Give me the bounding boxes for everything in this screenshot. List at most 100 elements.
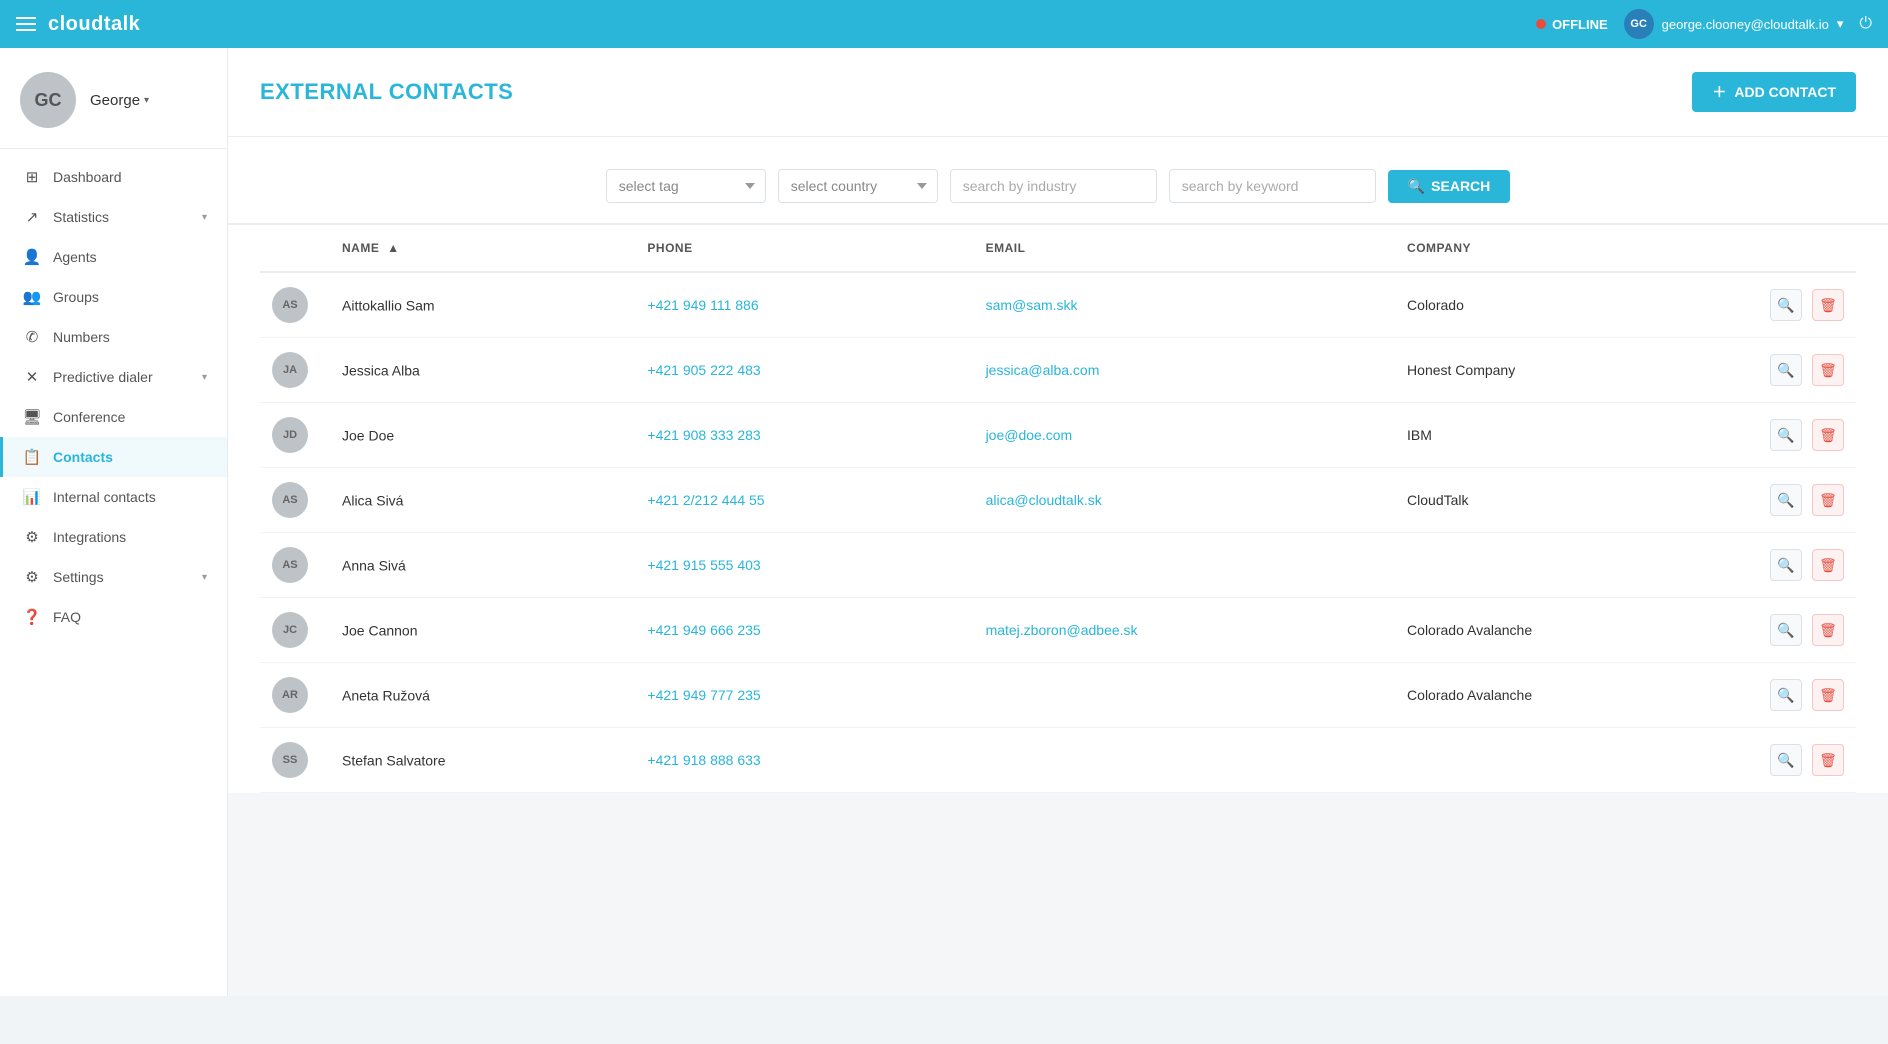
sort-arrow-icon: ▲ (387, 241, 399, 255)
contact-email[interactable]: joe@doe.com (986, 427, 1073, 443)
contact-name-cell: Aittokallio Sam (330, 272, 635, 338)
sidebar-item-label: Agents (53, 249, 207, 265)
contact-actions-cell: 🔍 🗑 (1752, 338, 1856, 403)
contact-name: Anna Sivá (342, 558, 406, 574)
contact-phone-cell: +421 949 777 235 (635, 663, 973, 728)
delete-contact-button[interactable]: 🗑 (1812, 289, 1844, 321)
delete-contact-button[interactable]: 🗑 (1812, 614, 1844, 646)
country-select[interactable]: select country (778, 169, 938, 203)
contact-email-cell (974, 728, 1395, 793)
page-title: EXTERNAL CONTACTS (260, 79, 513, 105)
contact-email[interactable]: matej.zboron@adbee.sk (986, 622, 1138, 638)
keyword-search-input[interactable] (1169, 169, 1376, 203)
sidebar-item-agents[interactable]: 👤 Agents (0, 237, 227, 277)
table-row: SS Stefan Salvatore +421 918 888 633 🔍 🗑 (260, 728, 1856, 793)
delete-contact-button[interactable]: 🗑 (1812, 484, 1844, 516)
col-avatar (260, 225, 330, 272)
col-company: COMPANY (1395, 225, 1752, 272)
contact-phone[interactable]: +421 949 666 235 (647, 622, 760, 638)
view-contact-button[interactable]: 🔍 (1770, 354, 1802, 386)
contact-email-cell: jessica@alba.com (974, 338, 1395, 403)
sidebar-item-numbers[interactable]: ✆ Numbers (0, 317, 227, 357)
contact-name: Aneta Ružová (342, 688, 430, 704)
col-name[interactable]: NAME ▲ (330, 225, 635, 272)
sidebar-item-label: Predictive dialer (53, 369, 190, 385)
contact-name-cell: Alica Sivá (330, 468, 635, 533)
user-avatar-small: GC (1624, 9, 1654, 39)
power-icon[interactable]: ⏻ (1859, 15, 1872, 33)
delete-contact-button[interactable]: 🗑 (1812, 354, 1844, 386)
add-contact-button[interactable]: ＋ ADD CONTACT (1692, 72, 1856, 112)
contact-phone[interactable]: +421 915 555 403 (647, 557, 760, 573)
contact-actions-cell: 🔍 🗑 (1752, 663, 1856, 728)
internal-contacts-icon: 📊 (23, 488, 41, 506)
contact-phone[interactable]: +421 949 777 235 (647, 687, 760, 703)
sidebar-item-contacts[interactable]: 📋 Contacts (0, 437, 227, 477)
contact-phone[interactable]: +421 2/212 444 55 (647, 492, 764, 508)
contact-name-cell: Anna Sivá (330, 533, 635, 598)
contact-name: Jessica Alba (342, 363, 420, 379)
sidebar-item-groups[interactable]: 👥 Groups (0, 277, 227, 317)
contact-email[interactable]: sam@sam.skk (986, 297, 1078, 313)
page-header: EXTERNAL CONTACTS ＋ ADD CONTACT (228, 48, 1888, 137)
delete-contact-button[interactable]: 🗑 (1812, 744, 1844, 776)
col-phone: PHONE (635, 225, 973, 272)
delete-contact-button[interactable]: 🗑 (1812, 679, 1844, 711)
table-row: JA Jessica Alba +421 905 222 483 jessica… (260, 338, 1856, 403)
contact-name-cell: Joe Cannon (330, 598, 635, 663)
contact-company-cell: IBM (1395, 403, 1752, 468)
delete-contact-button[interactable]: 🗑 (1812, 549, 1844, 581)
app-logo: cloudtalk (48, 13, 140, 36)
view-contact-button[interactable]: 🔍 (1770, 289, 1802, 321)
sidebar-item-internal-contacts[interactable]: 📊 Internal contacts (0, 477, 227, 517)
nav-menu: ⊞ Dashboard ↗ Statistics ▾ 👤 Agents 👥 Gr… (0, 149, 227, 645)
table-row: AS Anna Sivá +421 915 555 403 🔍 🗑 (260, 533, 1856, 598)
industry-search-input[interactable] (950, 169, 1157, 203)
contact-phone-cell: +421 905 222 483 (635, 338, 973, 403)
contact-email[interactable]: jessica@alba.com (986, 362, 1100, 378)
contact-phone[interactable]: +421 918 888 633 (647, 752, 760, 768)
sidebar-item-dashboard[interactable]: ⊞ Dashboard (0, 157, 227, 197)
contact-name-cell: Aneta Ružová (330, 663, 635, 728)
user-avatar-large: GC (20, 72, 76, 128)
contacts-table-body: AS Aittokallio Sam +421 949 111 886 sam@… (260, 272, 1856, 793)
avatar: AS (272, 287, 308, 323)
view-contact-button[interactable]: 🔍 (1770, 679, 1802, 711)
contact-name-cell: Stefan Salvatore (330, 728, 635, 793)
sidebar-item-predictive-dialer[interactable]: ✕ Predictive dialer ▾ (0, 357, 227, 397)
contact-email-cell: alica@cloudtalk.sk (974, 468, 1395, 533)
sidebar-item-settings[interactable]: ⚙ Settings ▾ (0, 557, 227, 597)
contact-phone[interactable]: +421 908 333 283 (647, 427, 760, 443)
avatar: AR (272, 677, 308, 713)
contacts-icon: 📋 (23, 448, 41, 466)
contact-actions-cell: 🔍 🗑 (1752, 533, 1856, 598)
view-contact-button[interactable]: 🔍 (1770, 744, 1802, 776)
view-contact-button[interactable]: 🔍 (1770, 614, 1802, 646)
user-menu[interactable]: GC george.clooney@cloudtalk.io ▾ (1624, 9, 1844, 39)
col-email: EMAIL (974, 225, 1395, 272)
contact-actions-cell: 🔍 🗑 (1752, 598, 1856, 663)
view-contact-button[interactable]: 🔍 (1770, 484, 1802, 516)
view-contact-button[interactable]: 🔍 (1770, 549, 1802, 581)
contact-phone[interactable]: +421 905 222 483 (647, 362, 760, 378)
contact-email[interactable]: alica@cloudtalk.sk (986, 492, 1102, 508)
hamburger-menu[interactable] (16, 17, 36, 31)
sidebar-item-statistics[interactable]: ↗ Statistics ▾ (0, 197, 227, 237)
sidebar-item-label: Internal contacts (53, 489, 207, 505)
topnav-left: cloudtalk (16, 13, 140, 36)
search-button[interactable]: 🔍 SEARCH (1388, 170, 1511, 203)
conference-icon: 🖥 (23, 408, 41, 426)
delete-contact-button[interactable]: 🗑 (1812, 419, 1844, 451)
sidebar-item-conference[interactable]: 🖥 Conference (0, 397, 227, 437)
contact-phone[interactable]: +421 949 111 886 (647, 297, 758, 313)
user-name[interactable]: George ▾ (90, 92, 149, 109)
avatar: SS (272, 742, 308, 778)
contact-company-cell: Honest Company (1395, 338, 1752, 403)
status-badge: OFFLINE (1536, 17, 1608, 32)
sidebar-item-integrations[interactable]: ⚙ Integrations (0, 517, 227, 557)
tag-select[interactable]: select tag (606, 169, 766, 203)
sidebar-item-faq[interactable]: ❓ FAQ (0, 597, 227, 637)
view-contact-button[interactable]: 🔍 (1770, 419, 1802, 451)
contact-email-cell (974, 663, 1395, 728)
table-header: NAME ▲ PHONE EMAIL COMPANY (260, 225, 1856, 272)
